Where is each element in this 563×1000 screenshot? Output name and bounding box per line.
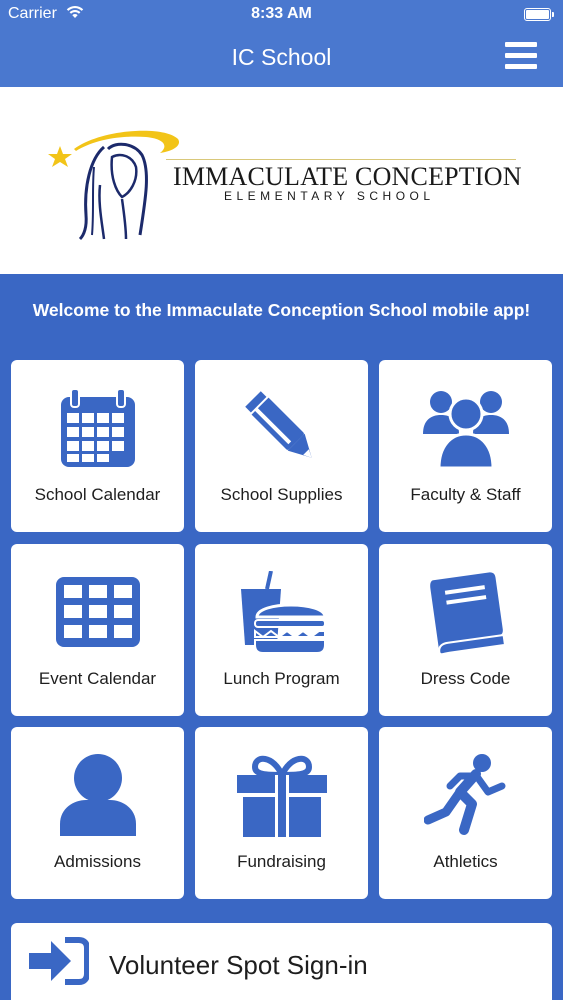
tile-label: Admissions: [54, 852, 141, 871]
nav-bar: IC School: [0, 30, 563, 87]
tile-label: Lunch Program: [223, 669, 340, 688]
tile-label: Fundraising: [237, 852, 326, 871]
sign-in-icon: [29, 937, 90, 985]
tile-dress-code[interactable]: Dress Code: [379, 544, 552, 716]
tile-fundraising[interactable]: Fundraising: [195, 727, 368, 899]
app-title: IC School: [231, 44, 332, 70]
logo-divider: [166, 159, 516, 160]
tile-athletics[interactable]: Athletics: [379, 727, 552, 899]
tile-school-supplies[interactable]: School Supplies: [195, 360, 368, 532]
tile-admissions[interactable]: Admissions: [11, 727, 184, 899]
runner-icon: [423, 754, 505, 835]
tile-label: School Supplies: [220, 485, 343, 504]
school-logo-banner: IMMACULATE CONCEPTION ELEMENTARY SCHOOL: [0, 87, 563, 274]
book-icon: [429, 572, 506, 654]
burger-drink-icon: [240, 571, 327, 653]
clock: 8:33 AM: [251, 5, 312, 22]
person-icon: [59, 754, 136, 836]
madonna-star-logo-icon: [48, 130, 180, 241]
volunteer-sign-in-button[interactable]: Volunteer Spot Sign-in: [11, 923, 552, 1000]
tile-label: Faculty & Staff: [410, 485, 521, 504]
tile-label: School Calendar: [34, 485, 161, 504]
tile-label: Athletics: [433, 852, 498, 871]
status-bar: Carrier 8:33 AM: [0, 0, 563, 30]
battery-icon: [524, 8, 554, 21]
volunteer-label: Volunteer Spot Sign-in: [109, 950, 368, 980]
calendar-icon: [60, 388, 135, 467]
tile-label: Dress Code: [420, 669, 511, 688]
hamburger-menu-icon[interactable]: [505, 42, 537, 70]
tile-lunch-program[interactable]: Lunch Program: [195, 544, 368, 716]
tile-school-calendar[interactable]: School Calendar: [11, 360, 184, 532]
welcome-message: Welcome to the Immaculate Conception Sch…: [32, 300, 531, 320]
school-subtitle: ELEMENTARY SCHOOL: [224, 189, 435, 203]
tile-label: Event Calendar: [38, 669, 157, 688]
school-name: IMMACULATE CONCEPTION: [173, 162, 522, 191]
group-icon: [422, 391, 509, 468]
tile-event-calendar[interactable]: Event Calendar: [11, 544, 184, 716]
pencil-icon: [241, 388, 312, 458]
tile-faculty-staff[interactable]: Faculty & Staff: [379, 360, 552, 532]
gift-icon: [236, 755, 327, 837]
grid-calendar-icon: [55, 577, 140, 647]
